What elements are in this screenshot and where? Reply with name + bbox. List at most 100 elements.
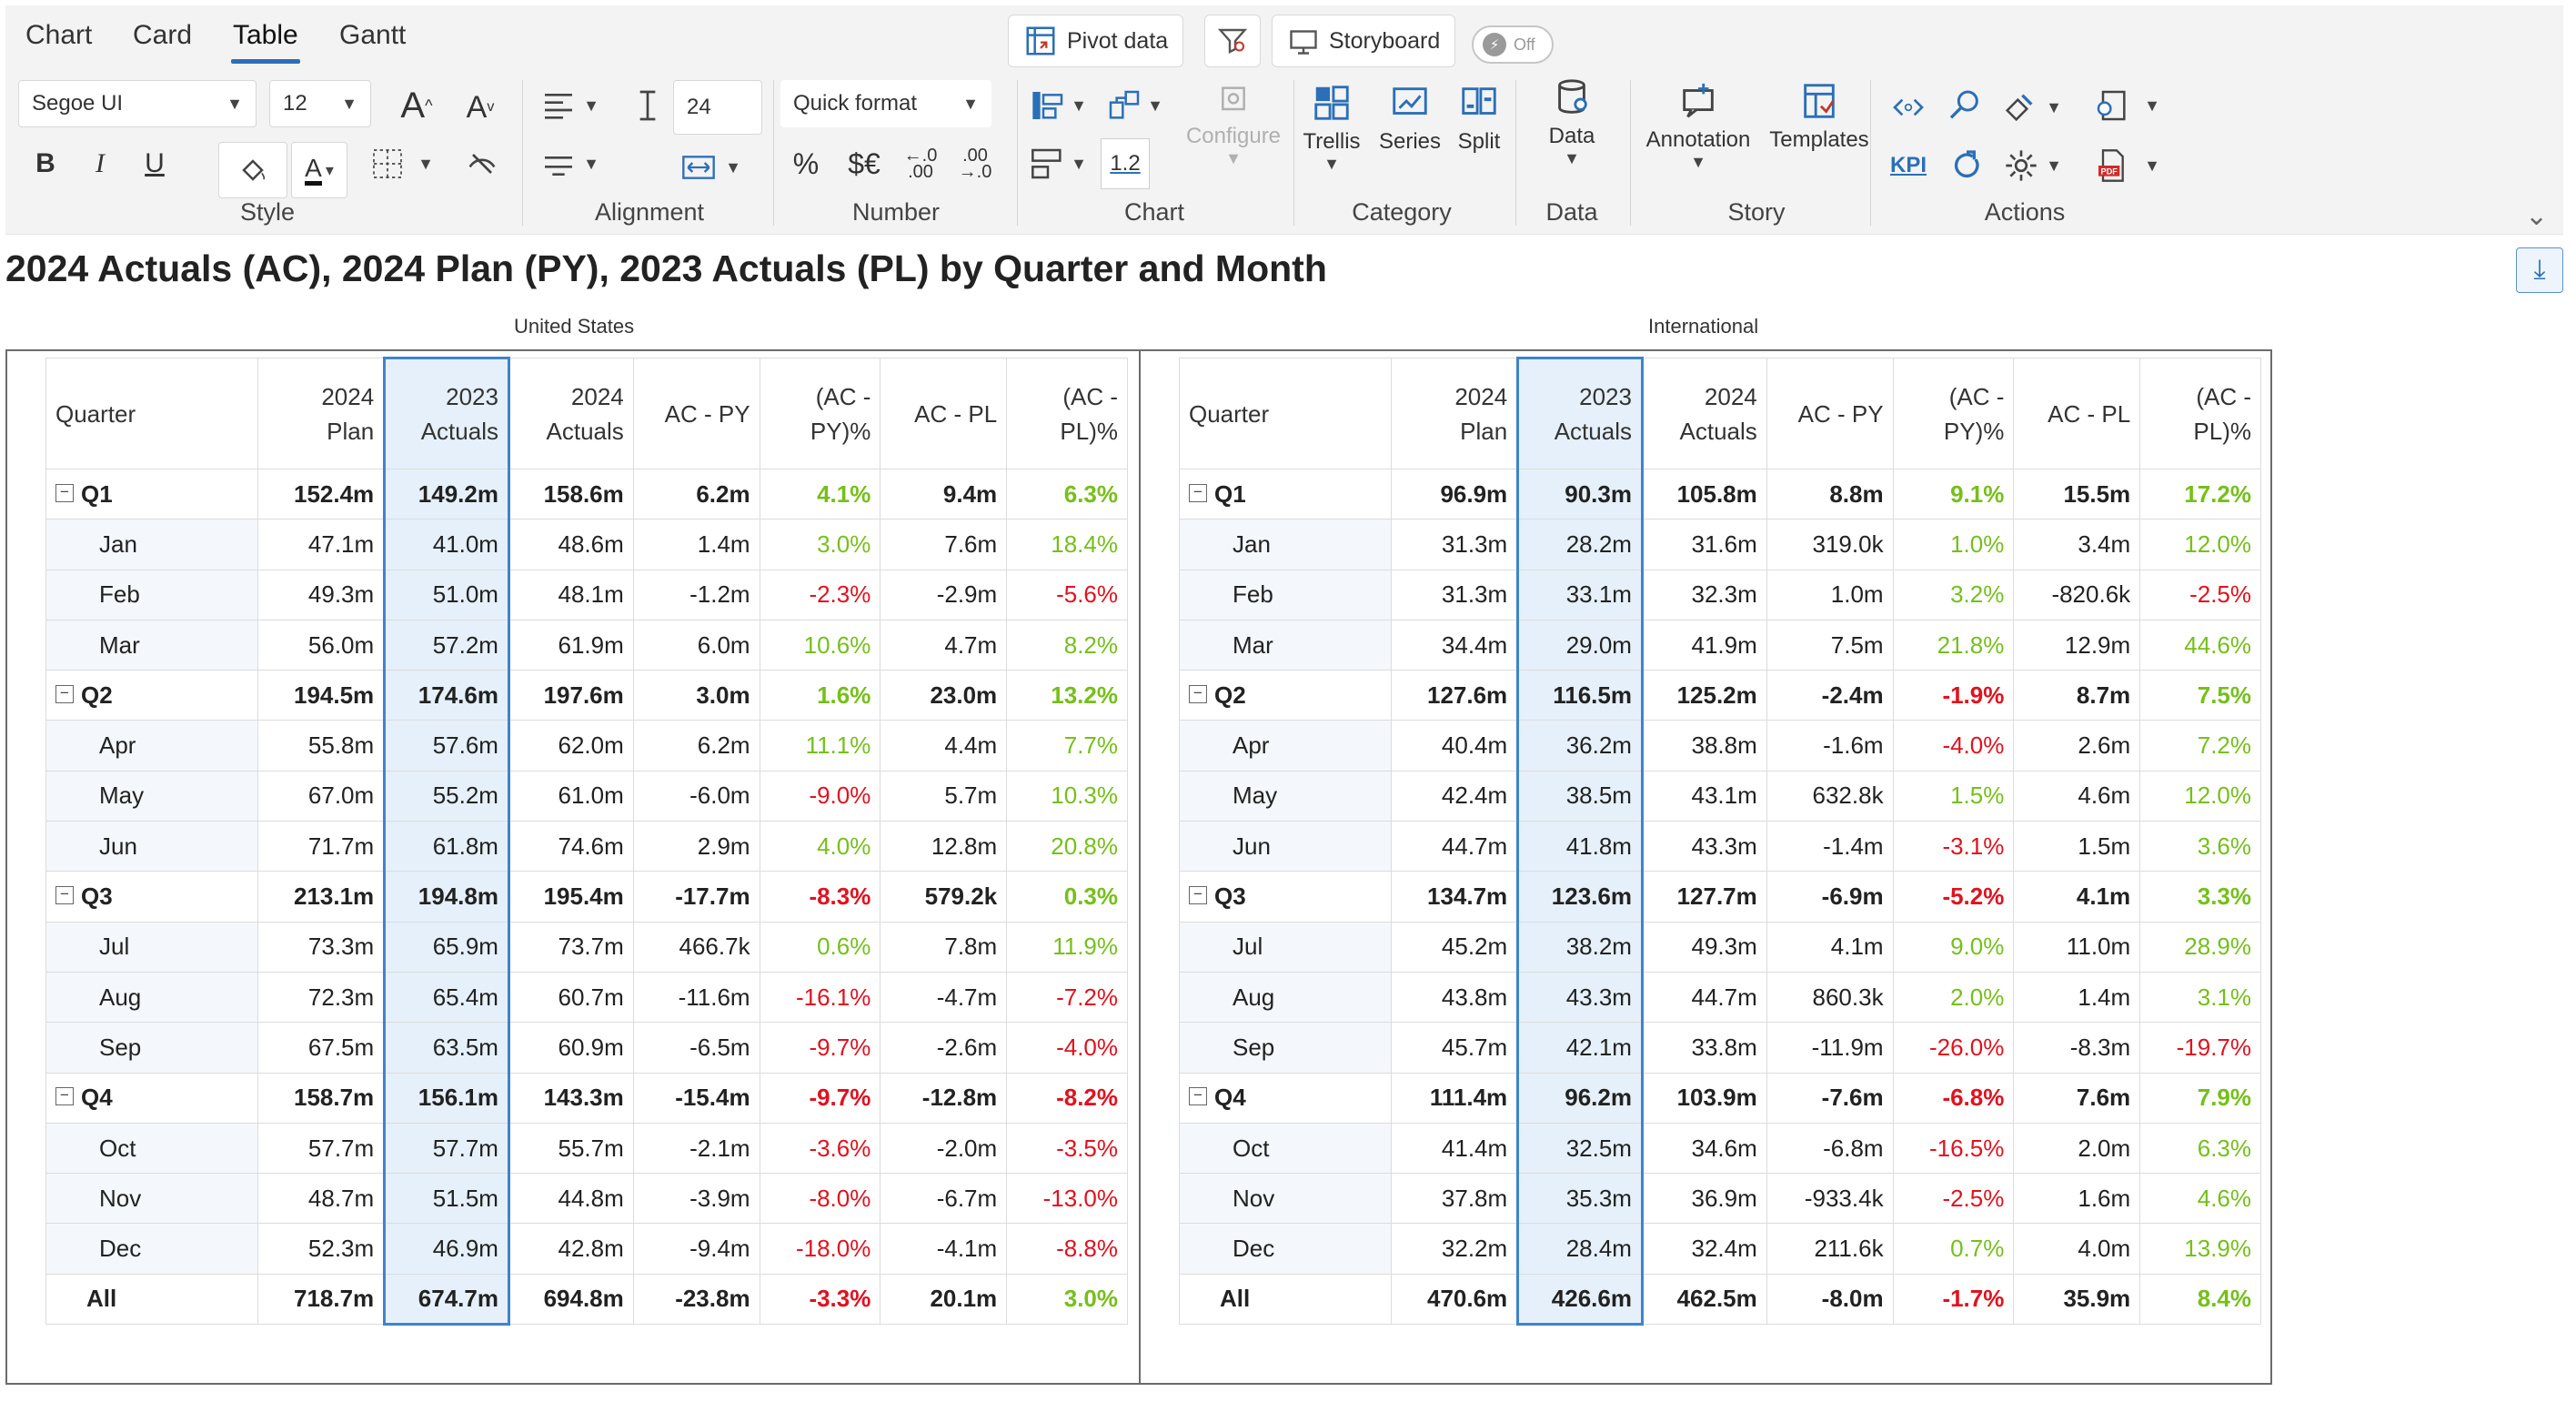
collapse-toggle-icon[interactable]: − (55, 1087, 74, 1106)
quarter-row: − Q1 152.4m 149.2m 158.6m 6.2m 4.1% 9.4m 6.3% (45, 468, 1128, 520)
row-label[interactable]: − Q4 (45, 1072, 259, 1124)
paintbrush-icon[interactable] (1997, 86, 2041, 129)
split-button[interactable]: Split (1443, 82, 1515, 155)
series-button[interactable]: Series (1374, 82, 1446, 155)
cell-ac-pl: 4.0m (2013, 1223, 2141, 1275)
bold-icon[interactable]: B (24, 142, 67, 186)
header-ac-pl-pct[interactable]: (AC - PL)% (1006, 358, 1128, 469)
cell-ac-py-pct: -3.1% (1892, 821, 2015, 872)
row-label[interactable]: − Q2 (45, 670, 259, 721)
font-family-select[interactable]: Segoe UI ▼ (18, 80, 257, 127)
document-settings-chevron-icon[interactable]: ▼ (2139, 84, 2165, 127)
code-icon[interactable] (1887, 86, 1930, 129)
clear-format-icon[interactable] (460, 142, 504, 186)
tab-chart[interactable]: Chart (25, 20, 92, 51)
collapse-ribbon-icon[interactable]: ⌄ (2525, 200, 2548, 232)
month-row: Nov 48.7m 51.5m 44.8m -3.9m -8.0% -6.7m -13.0% (45, 1173, 1128, 1225)
collapse-toggle-icon[interactable]: − (1189, 684, 1207, 703)
chart-type-icon[interactable] (1026, 142, 1070, 186)
chart-arrange-icon[interactable] (1102, 84, 1146, 127)
chart-type-chevron-icon[interactable]: ▼ (1066, 142, 1092, 186)
row-label[interactable]: − Q4 (1178, 1072, 1393, 1124)
italic-icon[interactable]: I (78, 142, 122, 186)
data-button[interactable]: Data ▼ (1534, 76, 1610, 168)
filter-button[interactable] (1204, 15, 1261, 67)
percent-icon[interactable]: % (784, 142, 828, 186)
settings-gear-icon[interactable] (1999, 144, 2043, 187)
pdf-export-icon[interactable]: PDF (2090, 144, 2134, 187)
annotation-button[interactable]: Annotation ▼ (1639, 80, 1757, 172)
font-color-icon[interactable]: A ▾ (291, 142, 347, 198)
pivot-data-button[interactable]: Pivot data (1008, 15, 1184, 67)
borders-icon[interactable] (366, 142, 409, 186)
font-size-select[interactable]: 12 ▼ (269, 80, 371, 127)
row-label[interactable]: − Q1 (1178, 468, 1393, 520)
header-quarter[interactable]: Quarter (45, 358, 259, 469)
header-quarter[interactable]: Quarter (1178, 358, 1393, 469)
decrease-decimal-icon[interactable]: ←.0.00 (899, 142, 942, 186)
pdf-export-chevron-icon[interactable]: ▼ (2139, 144, 2165, 187)
header-2023-actuals[interactable]: 2023 Actuals (1516, 357, 1644, 469)
header-2024-plan[interactable]: 2024 Plan (257, 358, 386, 469)
document-settings-icon[interactable] (2090, 84, 2134, 127)
header-2024-actuals[interactable]: 2024 Actuals (508, 358, 634, 469)
chart-layout-chevron-icon[interactable]: ▼ (1066, 84, 1092, 127)
header-2024-actuals[interactable]: 2024 Actuals (1641, 358, 1767, 469)
collapse-toggle-icon[interactable]: − (55, 886, 74, 905)
storyboard-button[interactable]: Storyboard (1272, 15, 1456, 67)
quarter-row: − Q1 96.9m 90.3m 105.8m 8.8m 9.1% 15.5m 17.2% (1178, 468, 2261, 520)
quick-format-select[interactable]: Quick format ▼ (780, 80, 991, 127)
chart-layout-icon[interactable] (1026, 84, 1070, 127)
increase-decimal-icon[interactable]: .00 →.0 (953, 142, 997, 186)
collapse-toggle-icon[interactable]: − (55, 483, 74, 502)
increase-font-icon[interactable]: A ^ (395, 84, 438, 127)
fill-color-icon[interactable] (218, 142, 287, 198)
row-label[interactable]: − Q1 (45, 468, 259, 520)
configure-button[interactable]: Configure ▼ (1179, 82, 1288, 168)
underline-icon[interactable]: U (133, 142, 176, 186)
vertical-align-icon[interactable] (537, 142, 580, 186)
storyboard-toggle[interactable]: ⚡ Off (1472, 25, 1554, 64)
collapse-toggle-icon[interactable]: − (1189, 483, 1207, 502)
header-ac-py[interactable]: AC - PY (632, 358, 760, 469)
header-ac-pl[interactable]: AC - PL (2013, 358, 2141, 469)
collapse-toggle-icon[interactable]: − (55, 684, 74, 703)
settings-chevron-icon[interactable]: ▼ (2041, 144, 2067, 187)
row-height-input[interactable]: 24 (673, 80, 762, 135)
refresh-icon[interactable] (1945, 144, 1988, 187)
header-2023-actuals[interactable]: 2023 Actuals (383, 357, 510, 469)
templates-button[interactable]: Templates (1763, 80, 1876, 153)
align-left-icon[interactable] (537, 84, 580, 127)
cell-ac-py: 211.6k (1766, 1223, 1894, 1275)
header-ac-py-pct[interactable]: (AC - PY)% (759, 358, 881, 469)
cell-ac-pl-pct: 4.6% (2139, 1173, 2261, 1225)
row-label[interactable]: − Q3 (45, 871, 259, 923)
collapse-toggle-icon[interactable]: − (1189, 886, 1207, 905)
kpi-icon[interactable]: KPI (1885, 144, 1932, 187)
header-2024-plan[interactable]: 2024 Plan (1391, 358, 1519, 469)
download-icon[interactable]: ⤓ (2516, 247, 2563, 293)
tab-table[interactable]: Table (231, 20, 300, 64)
header-ac-py[interactable]: AC - PY (1766, 358, 1894, 469)
tab-gantt[interactable]: Gantt (339, 20, 406, 51)
decimal-places-icon[interactable]: 1.2 (1101, 138, 1150, 189)
row-label[interactable]: − Q2 (1178, 670, 1393, 721)
align-chevron-icon[interactable]: ▼ (579, 84, 604, 127)
column-width-chevron-icon[interactable]: ▼ (720, 146, 746, 189)
paintbrush-chevron-icon[interactable]: ▼ (2041, 86, 2067, 129)
column-width-icon[interactable] (677, 146, 720, 189)
header-ac-py-pct[interactable]: (AC - PY)% (1892, 358, 2015, 469)
currency-icon[interactable]: $€ (837, 142, 891, 186)
header-ac-pl[interactable]: AC - PL (880, 358, 1008, 469)
borders-chevron-icon[interactable]: ▼ (413, 142, 438, 186)
trellis-button[interactable]: Trellis ▼ (1292, 82, 1372, 174)
row-label[interactable]: − Q3 (1178, 871, 1393, 923)
search-icon[interactable] (1943, 84, 1987, 127)
header-ac-pl-pct[interactable]: (AC - PL)% (2139, 358, 2261, 469)
tab-card[interactable]: Card (133, 20, 192, 51)
collapse-toggle-icon[interactable]: − (1189, 1087, 1207, 1106)
chart-arrange-chevron-icon[interactable]: ▼ (1142, 84, 1168, 127)
vertical-align-chevron-icon[interactable]: ▼ (579, 142, 604, 186)
decrease-font-icon[interactable]: Av (458, 86, 502, 129)
cell-2024-actuals: 73.7m (508, 921, 634, 973)
